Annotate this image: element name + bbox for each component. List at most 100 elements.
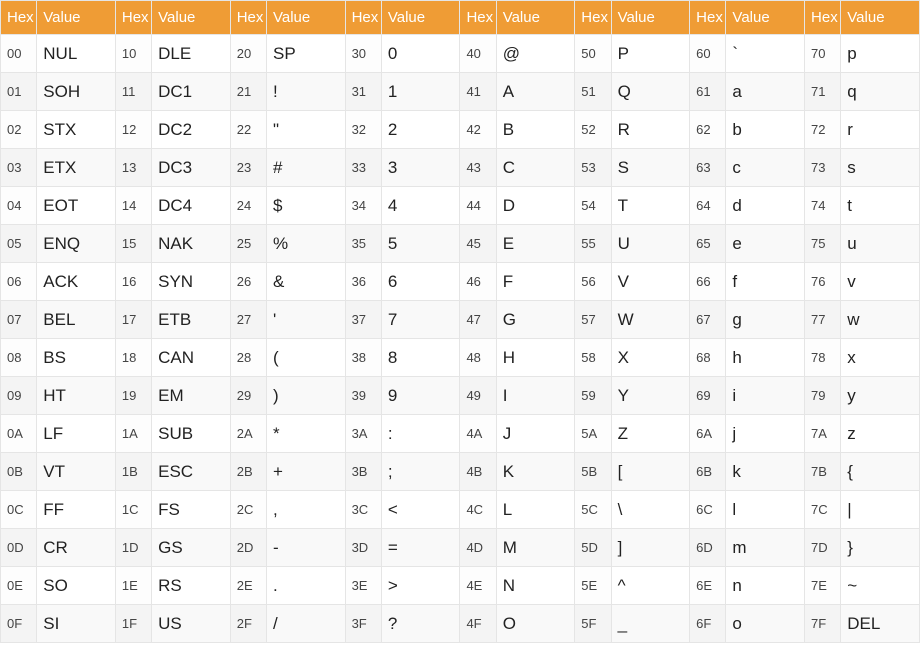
- value-cell: /: [266, 605, 345, 643]
- value-cell: :: [381, 415, 460, 453]
- hex-cell: 60: [690, 35, 726, 73]
- value-cell: B: [496, 111, 575, 149]
- hex-cell: 63: [690, 149, 726, 187]
- value-cell: HT: [37, 377, 116, 415]
- value-cell: O: [496, 605, 575, 643]
- value-cell: -: [266, 529, 345, 567]
- col-header-value: Value: [152, 1, 231, 35]
- hex-cell: 31: [345, 73, 381, 111]
- value-cell: SP: [266, 35, 345, 73]
- value-cell: j: [726, 415, 805, 453]
- hex-cell: 23: [230, 149, 266, 187]
- value-cell: *: [266, 415, 345, 453]
- col-header-value: Value: [37, 1, 116, 35]
- value-cell: `: [726, 35, 805, 73]
- value-cell: m: [726, 529, 805, 567]
- hex-cell: 17: [115, 301, 151, 339]
- hex-cell: 67: [690, 301, 726, 339]
- col-header-value: Value: [726, 1, 805, 35]
- value-cell: 8: [381, 339, 460, 377]
- col-header-value: Value: [496, 1, 575, 35]
- hex-cell: 65: [690, 225, 726, 263]
- hex-cell: 28: [230, 339, 266, 377]
- hex-cell: 7E: [805, 567, 841, 605]
- value-cell: S: [611, 149, 690, 187]
- hex-cell: 0E: [1, 567, 37, 605]
- value-cell: SOH: [37, 73, 116, 111]
- hex-cell: 49: [460, 377, 496, 415]
- hex-cell: 26: [230, 263, 266, 301]
- hex-cell: 4E: [460, 567, 496, 605]
- value-cell: _: [611, 605, 690, 643]
- hex-cell: 73: [805, 149, 841, 187]
- value-cell: >: [381, 567, 460, 605]
- value-cell: &: [266, 263, 345, 301]
- hex-cell: 2D: [230, 529, 266, 567]
- value-cell: BS: [37, 339, 116, 377]
- hex-cell: 04: [1, 187, 37, 225]
- hex-cell: 06: [1, 263, 37, 301]
- hex-cell: 1C: [115, 491, 151, 529]
- hex-cell: 7C: [805, 491, 841, 529]
- hex-cell: 18: [115, 339, 151, 377]
- value-cell: Z: [611, 415, 690, 453]
- hex-cell: 22: [230, 111, 266, 149]
- hex-cell: 6E: [690, 567, 726, 605]
- value-cell: [: [611, 453, 690, 491]
- hex-cell: 39: [345, 377, 381, 415]
- hex-cell: 68: [690, 339, 726, 377]
- value-cell: @: [496, 35, 575, 73]
- value-cell: h: [726, 339, 805, 377]
- value-cell: STX: [37, 111, 116, 149]
- hex-cell: 69: [690, 377, 726, 415]
- hex-cell: 40: [460, 35, 496, 73]
- value-cell: 5: [381, 225, 460, 263]
- value-cell: G: [496, 301, 575, 339]
- value-cell: Q: [611, 73, 690, 111]
- value-cell: FS: [152, 491, 231, 529]
- hex-cell: 57: [575, 301, 611, 339]
- hex-cell: 01: [1, 73, 37, 111]
- value-cell: ETB: [152, 301, 231, 339]
- col-header-hex: Hex: [805, 1, 841, 35]
- table-row: 08BS18CAN28(38848H58X68h78x: [1, 339, 920, 377]
- table-row: 03ETX13DC323#33343C53S63c73s: [1, 149, 920, 187]
- table-row: 01SOH11DC121!31141A51Q61a71q: [1, 73, 920, 111]
- hex-cell: 08: [1, 339, 37, 377]
- value-cell: ;: [381, 453, 460, 491]
- hex-cell: 37: [345, 301, 381, 339]
- hex-cell: 5F: [575, 605, 611, 643]
- table-row: 0DCR1DGS2D-3D=4DM5D]6Dm7D}: [1, 529, 920, 567]
- hex-cell: 09: [1, 377, 37, 415]
- table-row: 05ENQ15NAK25%35545E55U65e75u: [1, 225, 920, 263]
- value-cell: s: [841, 149, 920, 187]
- hex-cell: 3C: [345, 491, 381, 529]
- col-header-value: Value: [266, 1, 345, 35]
- value-cell: }: [841, 529, 920, 567]
- hex-cell: 5B: [575, 453, 611, 491]
- col-header-value: Value: [611, 1, 690, 35]
- value-cell: .: [266, 567, 345, 605]
- hex-cell: 56: [575, 263, 611, 301]
- value-cell: BEL: [37, 301, 116, 339]
- hex-cell: 2B: [230, 453, 266, 491]
- hex-cell: 0B: [1, 453, 37, 491]
- value-cell: i: [726, 377, 805, 415]
- hex-cell: 79: [805, 377, 841, 415]
- value-cell: g: [726, 301, 805, 339]
- value-cell: ACK: [37, 263, 116, 301]
- value-cell: ETX: [37, 149, 116, 187]
- value-cell: ": [266, 111, 345, 149]
- hex-cell: 59: [575, 377, 611, 415]
- value-cell: NAK: [152, 225, 231, 263]
- hex-cell: 5C: [575, 491, 611, 529]
- table-row: 0ESO1ERS2E.3E>4EN5E^6En7E~: [1, 567, 920, 605]
- value-cell: #: [266, 149, 345, 187]
- hex-cell: 25: [230, 225, 266, 263]
- value-cell: ^: [611, 567, 690, 605]
- value-cell: !: [266, 73, 345, 111]
- hex-cell: 70: [805, 35, 841, 73]
- value-cell: SO: [37, 567, 116, 605]
- value-cell: 7: [381, 301, 460, 339]
- value-cell: z: [841, 415, 920, 453]
